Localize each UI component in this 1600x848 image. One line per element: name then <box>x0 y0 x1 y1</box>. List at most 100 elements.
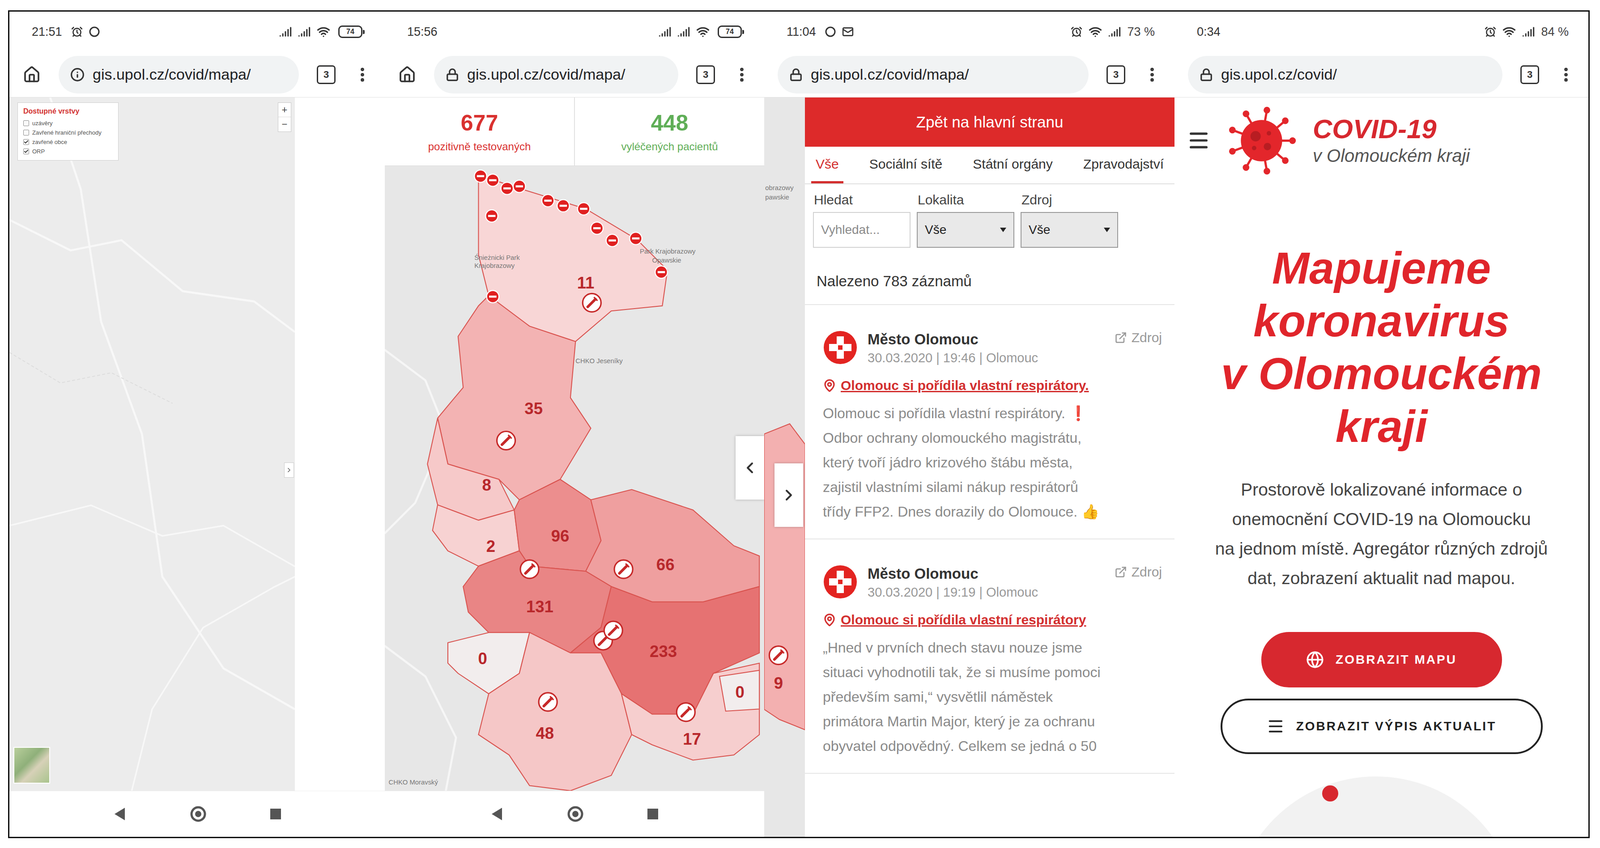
closed-crossing-icon[interactable] <box>486 174 499 187</box>
menu-icon[interactable] <box>1557 65 1575 84</box>
address-bar[interactable]: gis.upol.cz/covid/mapa/ <box>434 55 679 94</box>
status-right: 73 % <box>1070 25 1155 39</box>
category-tab[interactable]: Státní orgány <box>968 146 1057 184</box>
back-icon[interactable] <box>113 807 127 822</box>
layer-toggle[interactable]: zavřené obce <box>23 138 112 146</box>
map-place-label: CHKO Moravský <box>388 778 439 787</box>
blank-area <box>294 97 385 792</box>
district-count: 9 <box>774 674 783 693</box>
home-circle-icon[interactable] <box>189 805 208 824</box>
tab-count-button[interactable]: 3 <box>696 65 715 85</box>
closed-crossing-icon[interactable] <box>629 232 642 245</box>
category-tab[interactable]: Vše <box>811 146 844 184</box>
map-pin-icon[interactable] <box>769 646 788 665</box>
tab-count-button[interactable]: 3 <box>316 65 336 85</box>
closed-crossing-icon[interactable] <box>474 170 487 183</box>
district-area[interactable] <box>478 632 632 792</box>
closed-crossing-icon[interactable] <box>541 194 554 207</box>
status-time: 21:51 <box>31 25 63 39</box>
map-pin-icon[interactable] <box>614 560 633 579</box>
basemap-thumbnail[interactable] <box>13 747 51 784</box>
status-time: 0:34 <box>1196 25 1221 39</box>
home-icon[interactable] <box>398 65 417 84</box>
district-area[interactable] <box>621 663 760 761</box>
layer-toggle[interactable]: Zavřené hraniční přechody <box>23 129 112 137</box>
layer-checkbox[interactable] <box>23 148 30 155</box>
tab-count-button[interactable]: 3 <box>1520 65 1540 85</box>
collapse-map-button[interactable] <box>735 436 765 500</box>
recents-icon[interactable] <box>646 808 659 821</box>
closed-crossing-icon[interactable] <box>577 202 590 215</box>
home-circle-icon[interactable] <box>566 805 585 824</box>
menu-icon[interactable] <box>353 65 372 84</box>
hero-line: v Olomouckém <box>1221 347 1542 400</box>
show-news-button[interactable]: ZOBRAZIT VÝPIS AKTUALIT <box>1220 698 1543 755</box>
address-bar[interactable]: gis.upol.cz/covid/ <box>1187 55 1503 94</box>
address-bar[interactable]: gis.upol.cz/covid/mapa/ <box>777 55 1089 94</box>
post-text-line: Odbor ochrany olomouckého magistrátu, <box>822 425 1162 451</box>
back-icon[interactable] <box>490 807 504 822</box>
map-pin-icon[interactable] <box>497 431 516 450</box>
hamburger-icon[interactable] <box>1187 128 1211 153</box>
map-pin-icon[interactable] <box>604 621 623 640</box>
search-input[interactable]: Vyhledat... <box>812 212 911 248</box>
status-right: 74 <box>658 25 745 39</box>
closed-crossing-icon[interactable] <box>486 290 499 303</box>
browser-toolbar: gis.upol.cz/covid/mapa/3 <box>9 51 385 98</box>
closed-crossing-icon[interactable] <box>557 199 570 212</box>
district-area[interactable] <box>719 670 760 712</box>
closed-crossing-icon[interactable] <box>501 182 514 195</box>
layer-checkbox[interactable] <box>23 129 30 136</box>
post-title-link[interactable]: Olomouc si pořídila vlastní respirátory <box>822 612 1162 628</box>
district-area[interactable] <box>514 479 601 572</box>
layer-toggle[interactable]: uzávěry <box>23 119 112 127</box>
closed-crossing-icon[interactable] <box>591 222 604 235</box>
tab-count-button[interactable]: 3 <box>1106 65 1126 85</box>
filter-select[interactable]: Vše <box>916 212 1015 248</box>
district-count: 233 <box>649 642 677 661</box>
home-icon[interactable] <box>22 65 41 84</box>
zoom-out-button[interactable]: − <box>278 117 291 132</box>
district-area[interactable] <box>764 424 805 731</box>
post-date: 30.03.2020 | 19:46 | Olomouc <box>867 350 1105 366</box>
layer-toggle[interactable]: ORP <box>23 148 112 155</box>
source-link[interactable]: Zdroj <box>1114 564 1162 580</box>
map-pin-icon[interactable] <box>676 703 695 722</box>
menu-icon[interactable] <box>1143 65 1162 84</box>
closed-crossing-icon[interactable] <box>655 266 668 279</box>
post-text-line: Olomouc si pořídila vlastní respirátory.… <box>822 401 1162 426</box>
brand[interactable]: COVID-19v Olomouckém kraji <box>1312 114 1470 167</box>
map-pin-icon[interactable] <box>538 693 558 712</box>
closed-crossing-icon[interactable] <box>485 209 498 222</box>
closed-crossing-icon[interactable] <box>606 234 619 247</box>
category-tab[interactable]: Sociální sítě <box>864 146 947 184</box>
navigation-bar <box>9 791 385 838</box>
hero-line: koronavirus <box>1253 294 1510 348</box>
phone-screen-districts: 15:5674gis.upol.cz/covid/mapa/3677poziti… <box>384 11 765 838</box>
external-link-icon <box>1114 565 1128 579</box>
news-panel: Zpět na hlavní stranuVšeSociální sítěStá… <box>804 97 1175 838</box>
show-map-button[interactable]: ZOBRAZIT MAPU <box>1261 632 1503 688</box>
address-bar[interactable]: gis.upol.cz/covid/mapa/ <box>58 55 299 94</box>
layer-checkbox[interactable] <box>23 139 30 145</box>
stat-value: 448 <box>651 110 689 137</box>
source-link[interactable]: Zdroj <box>1114 330 1162 346</box>
district-map[interactable]: Śnieżnicki ParkKrajobrazowyPark Krajobra… <box>384 165 765 792</box>
category-tab[interactable]: Zpravodajství <box>1078 146 1169 184</box>
chevron-left-icon <box>740 459 759 477</box>
layers-map[interactable]: Dostupné vrstvyuzávěryZavřené hraniční p… <box>9 97 295 792</box>
zoom-in-button[interactable]: + <box>278 102 291 118</box>
post-title-link[interactable]: Olomouc si pořídila vlastní respirátory. <box>822 378 1162 394</box>
closed-crossing-icon[interactable] <box>513 180 526 193</box>
map-pin-icon[interactable] <box>520 560 539 579</box>
back-button[interactable]: Zpět na hlavní stranu <box>804 97 1175 147</box>
district-area[interactable] <box>585 489 760 603</box>
filter-select[interactable]: Vše <box>1020 212 1119 248</box>
expand-map-button[interactable] <box>774 463 804 528</box>
menu-icon[interactable] <box>732 65 751 84</box>
layer-checkbox[interactable] <box>23 120 30 127</box>
recents-icon[interactable] <box>269 808 282 821</box>
map-edge[interactable]: obrazowypawskie9 <box>764 97 805 838</box>
sidebar-toggle[interactable] <box>284 462 294 478</box>
map-pin-icon[interactable] <box>582 293 601 312</box>
